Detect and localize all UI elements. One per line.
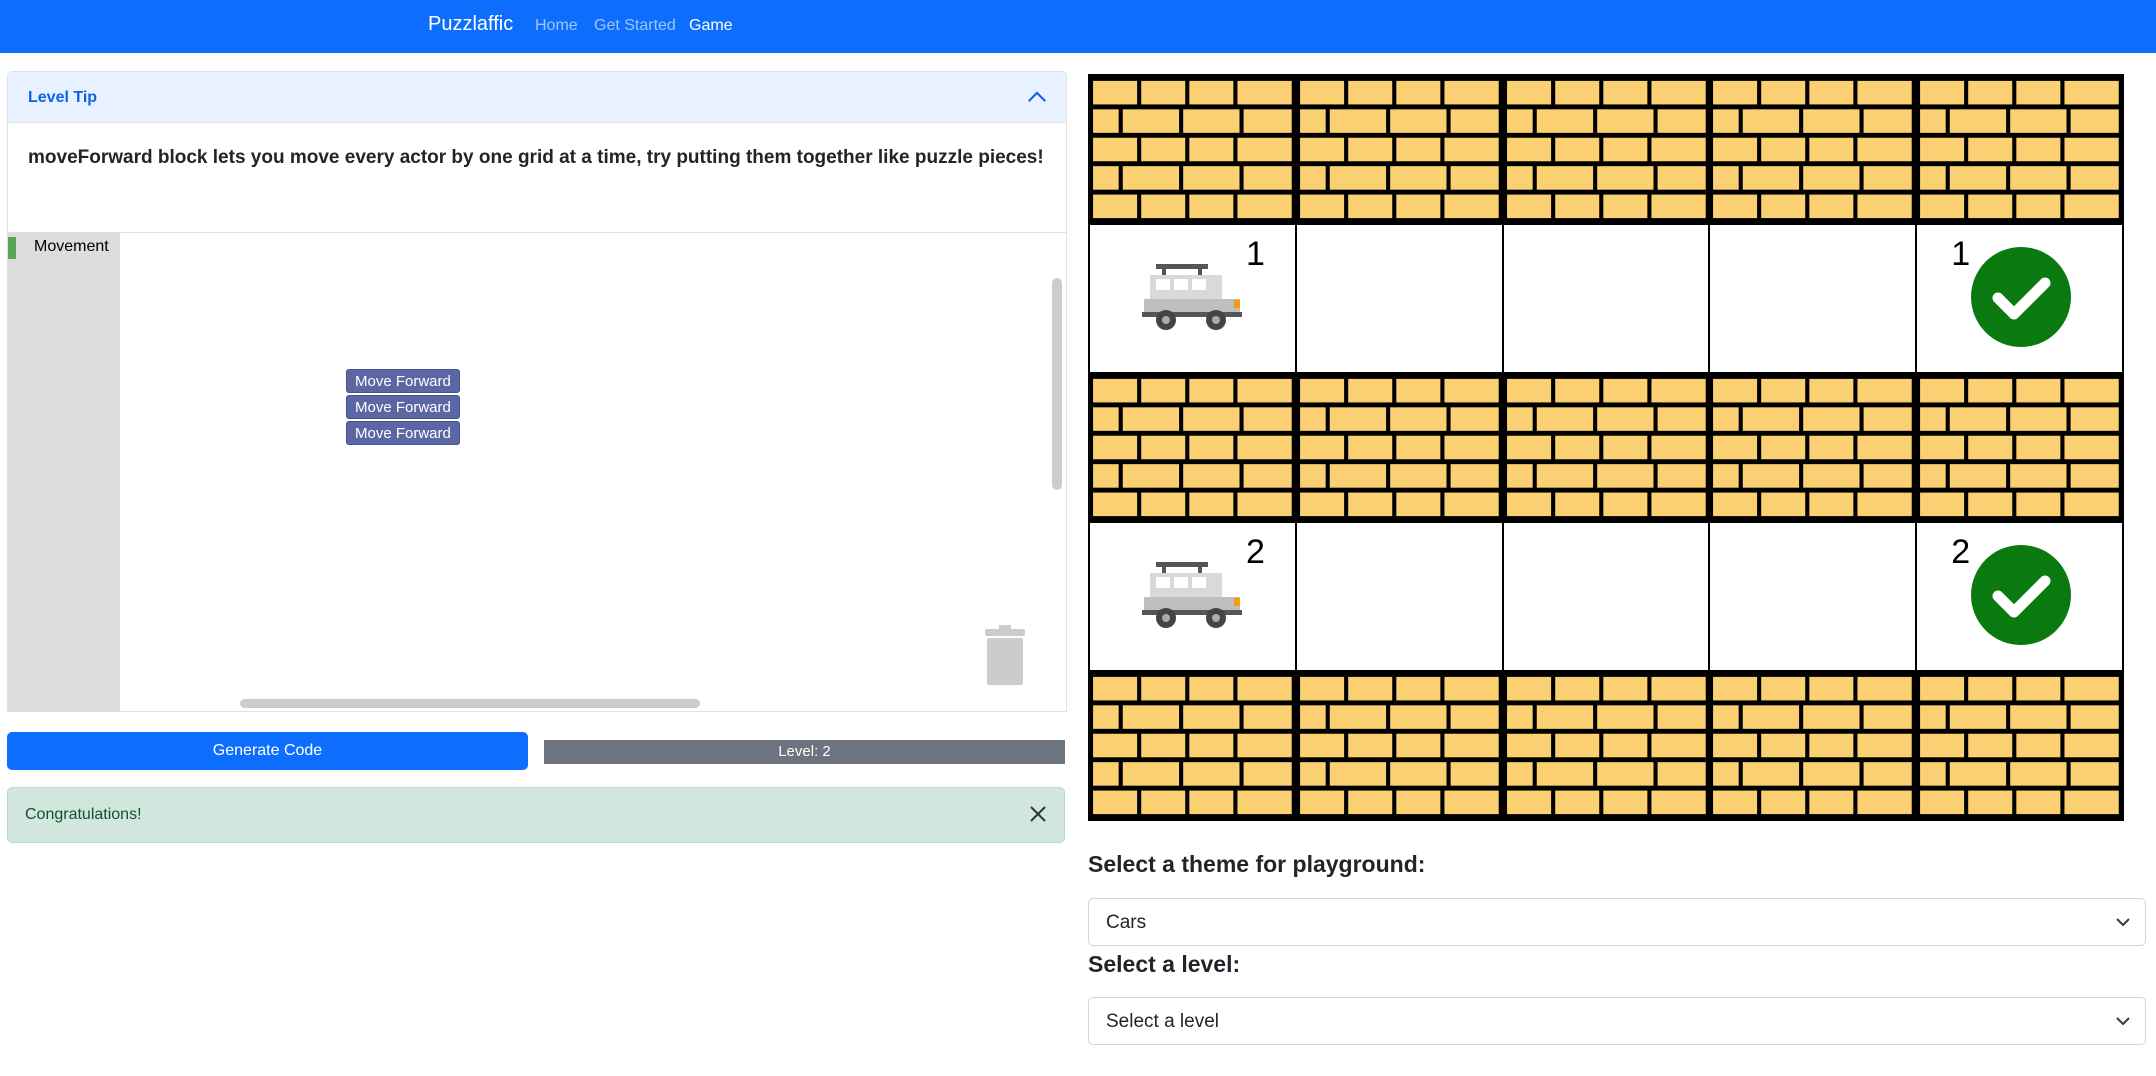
- theme-select[interactable]: Cars: [1088, 898, 2146, 946]
- wall-tile: [1089, 671, 1296, 820]
- brick-wall-icon: [1296, 76, 1502, 223]
- empty-tile: [1709, 224, 1917, 373]
- brick-wall-icon: [1296, 672, 1502, 819]
- brick-wall-icon: [1503, 374, 1709, 521]
- empty-tile: [1502, 522, 1710, 671]
- brick-wall-icon: [1917, 76, 2122, 223]
- level-tip-text: moveForward block lets you move every ac…: [28, 147, 1044, 168]
- empty-tile: [1709, 522, 1917, 671]
- brick-wall-icon: [1090, 672, 1295, 819]
- chevron-up-icon[interactable]: [1026, 86, 1048, 108]
- brick-wall-icon: [1710, 672, 1916, 819]
- level-select-value: Select a level: [1106, 1011, 1220, 1032]
- brick-wall-icon: [1503, 672, 1709, 819]
- brick-wall-icon: [1917, 374, 2122, 521]
- wall-tile: [1295, 671, 1503, 820]
- blockly-workspace[interactable]: Movement Move Forward Move Forward Move …: [7, 232, 1067, 712]
- empty-tile: [1295, 224, 1503, 373]
- nav-link-get-started[interactable]: Get Started: [594, 17, 676, 35]
- checkmark-icon: [1971, 545, 2072, 645]
- brick-wall-icon: [1710, 76, 1916, 223]
- chevron-down-icon: [2116, 1017, 2130, 1026]
- trash-icon[interactable]: [984, 625, 1026, 685]
- brick-wall-icon: [1503, 76, 1709, 223]
- level-select-label: Select a level:: [1088, 951, 1241, 977]
- alert-message: Congratulations!: [25, 806, 142, 823]
- success-alert: Congratulations!: [7, 787, 1065, 843]
- move-forward-block[interactable]: Move Forward: [346, 395, 460, 419]
- car-icon: [1142, 262, 1244, 334]
- actor-tile: 2: [1089, 522, 1296, 671]
- wall-tile: [1295, 75, 1503, 224]
- actor-number: 1: [1246, 235, 1265, 273]
- wall-tile: [1709, 373, 1917, 522]
- wall-tile: [1709, 75, 1917, 224]
- navbar-brand[interactable]: Puzzlaffic: [428, 13, 513, 36]
- wall-tile: [1502, 671, 1710, 820]
- checkmark-icon: [1971, 247, 2072, 347]
- wall-tile: [1916, 671, 2123, 820]
- wall-tile: [1089, 373, 1296, 522]
- vertical-scrollbar[interactable]: [1052, 278, 1062, 490]
- goal-tile: 1: [1916, 224, 2123, 373]
- level-tip-title: Level Tip: [28, 89, 98, 106]
- generate-code-button[interactable]: Generate Code: [7, 732, 528, 770]
- car-icon: [1142, 560, 1244, 632]
- goal-number: 2: [1951, 533, 1971, 571]
- brick-wall-icon: [1090, 374, 1295, 521]
- game-grid: 1 1 2 2: [1088, 74, 2124, 821]
- navbar: Puzzlaffic Home Get Started Game: [0, 0, 2156, 53]
- nav-link-game[interactable]: Game: [689, 17, 733, 35]
- wall-tile: [1295, 373, 1503, 522]
- empty-tile: [1502, 224, 1710, 373]
- wall-tile: [1916, 373, 2123, 522]
- wall-tile: [1502, 75, 1710, 224]
- brick-wall-icon: [1917, 672, 2122, 819]
- brick-wall-icon: [1090, 76, 1295, 223]
- actor-number: 2: [1246, 533, 1265, 571]
- move-forward-block[interactable]: Move Forward: [346, 369, 460, 393]
- horizontal-scrollbar[interactable]: [240, 699, 700, 708]
- level-tip-accordion: Level Tip moveForward block lets you mov…: [7, 71, 1067, 235]
- goal-number: 1: [1951, 235, 1971, 273]
- chevron-down-icon: [2116, 918, 2130, 927]
- blockly-toolbox: Movement: [8, 233, 120, 711]
- wall-tile: [1502, 373, 1710, 522]
- wall-tile: [1089, 75, 1296, 224]
- level-tip-header[interactable]: Level Tip: [8, 72, 1066, 123]
- category-color-stripe: [8, 237, 16, 259]
- nav-link-home[interactable]: Home: [535, 17, 578, 35]
- brick-wall-icon: [1296, 374, 1502, 521]
- empty-tile: [1295, 522, 1503, 671]
- move-forward-block[interactable]: Move Forward: [346, 421, 460, 445]
- theme-select-value: Cars: [1106, 912, 1147, 933]
- close-icon[interactable]: [1026, 802, 1050, 826]
- level-select[interactable]: Select a level: [1088, 997, 2146, 1045]
- wall-tile: [1916, 75, 2123, 224]
- theme-select-label: Select a theme for playground:: [1088, 851, 1426, 877]
- level-indicator: Level: 2: [544, 740, 1065, 764]
- wall-tile: [1709, 671, 1917, 820]
- brick-wall-icon: [1710, 374, 1916, 521]
- goal-tile: 2: [1916, 522, 2123, 671]
- actor-tile: 1: [1089, 224, 1296, 373]
- toolbox-category-movement[interactable]: Movement: [34, 238, 109, 256]
